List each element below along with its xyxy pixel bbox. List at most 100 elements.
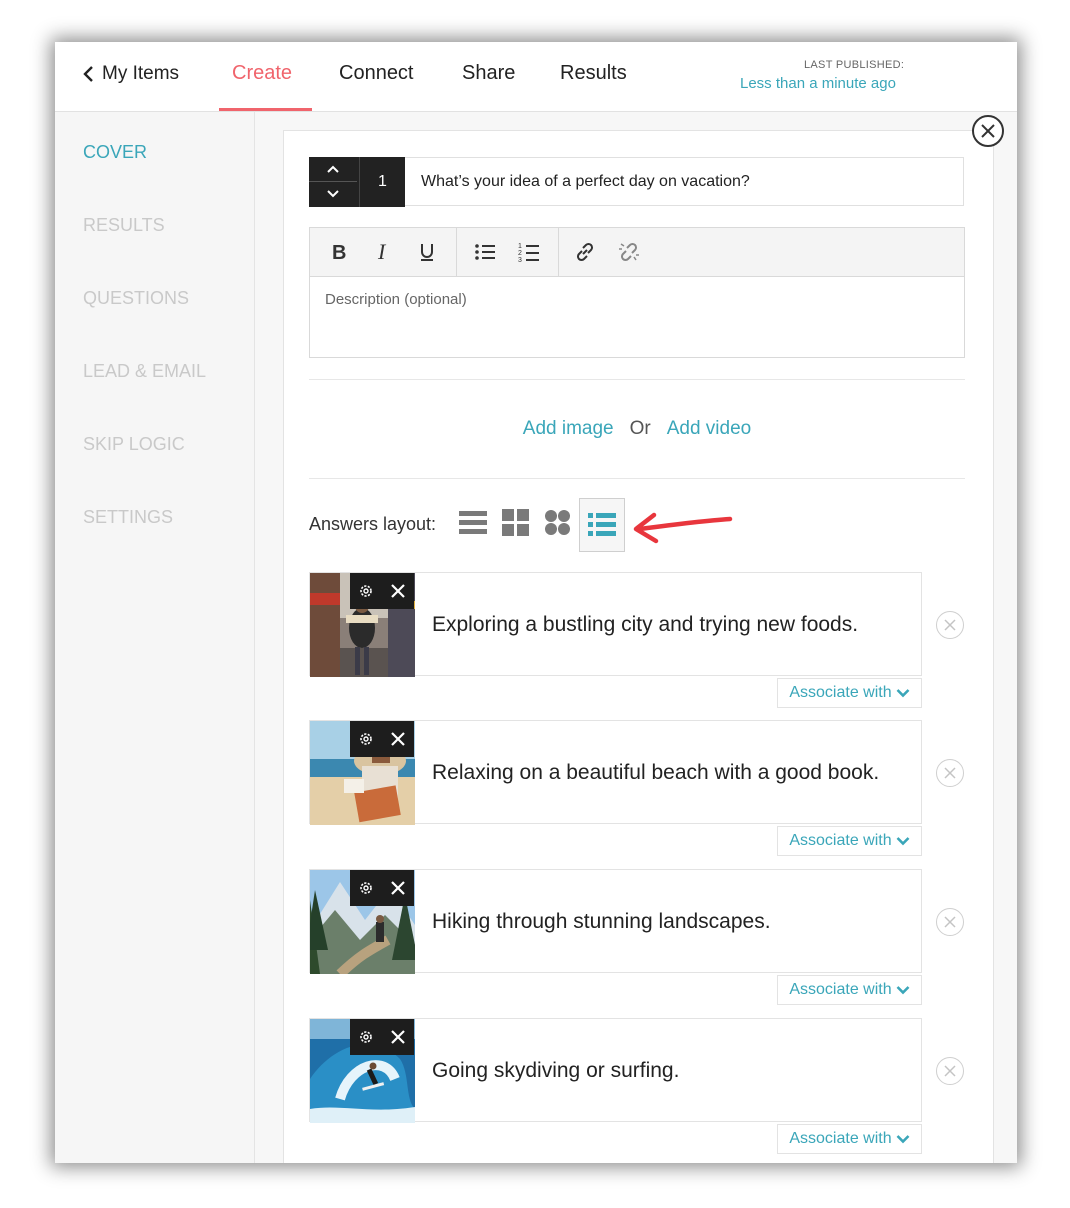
image-tools	[350, 870, 414, 906]
toolbar-divider	[558, 228, 559, 276]
toolbar-divider	[456, 228, 457, 276]
answers-layout-label: Answers layout:	[309, 514, 437, 534]
associate-with-dropdown[interactable]: Associate with	[777, 1124, 922, 1154]
answer-text[interactable]: Going skydiving or surfing.	[432, 1019, 679, 1123]
close-icon	[944, 916, 956, 928]
rows-icon	[459, 511, 487, 534]
close-icon[interactable]	[390, 1029, 406, 1045]
numbered-list-icon: 123	[518, 243, 539, 263]
gear-icon[interactable]	[358, 583, 374, 599]
answer-text[interactable]: Relaxing on a beautiful beach with a goo…	[432, 721, 879, 825]
close-icon	[944, 1065, 956, 1077]
close-icon[interactable]	[390, 880, 406, 896]
sidebar-item-settings[interactable]: SETTINGS	[83, 507, 173, 528]
question-title-input[interactable]: What’s your idea of a perfect day on vac…	[405, 157, 964, 206]
remove-answer-button[interactable]	[936, 1057, 964, 1085]
move-down-button[interactable]	[309, 182, 357, 206]
answer-text[interactable]: Hiking through stunning landscapes.	[432, 870, 771, 974]
layout-circles-button[interactable]	[542, 507, 574, 539]
answer-image[interactable]	[310, 870, 415, 974]
insert-link-button[interactable]	[570, 228, 600, 276]
remove-answer-button[interactable]	[936, 908, 964, 936]
remove-link-button[interactable]	[614, 228, 644, 276]
chevron-down-icon	[896, 986, 910, 995]
add-image-link[interactable]: Add image	[523, 418, 614, 439]
associate-with-dropdown[interactable]: Associate with	[777, 975, 922, 1005]
answer-text[interactable]: Exploring a bustling city and trying new…	[432, 573, 858, 677]
chevron-up-icon	[327, 165, 339, 173]
tab-create[interactable]: Create	[232, 62, 292, 85]
associate-with-dropdown[interactable]: Associate with	[777, 678, 922, 708]
italic-button[interactable]: I	[368, 228, 398, 276]
close-editor-button[interactable]	[972, 115, 1004, 147]
sidebar-item-lead-email[interactable]: LEAD & EMAIL	[83, 361, 206, 382]
answer-item: Going skydiving or surfing.	[309, 1018, 922, 1123]
rich-text-toolbar: B I 123	[309, 227, 965, 277]
or-separator: Or	[629, 418, 651, 439]
divider	[309, 379, 965, 380]
question-reorder-stepper	[309, 157, 359, 207]
chevron-down-icon	[896, 689, 910, 698]
move-up-button[interactable]	[309, 157, 357, 182]
unlink-icon	[619, 242, 639, 262]
svg-text:I: I	[377, 242, 387, 262]
bulleted-list-button[interactable]	[470, 228, 500, 276]
circles-icon	[545, 510, 570, 535]
divider	[309, 478, 965, 479]
gear-icon[interactable]	[358, 880, 374, 896]
associate-with-label: Associate with	[789, 832, 892, 849]
italic-icon: I	[377, 242, 387, 262]
remove-answer-button[interactable]	[936, 759, 964, 787]
list-with-bullets-icon	[588, 513, 616, 536]
sidebar-item-cover[interactable]: COVER	[83, 142, 147, 163]
sidebar-item-questions[interactable]: QUESTIONS	[83, 288, 189, 309]
tab-results[interactable]: Results	[560, 62, 627, 85]
answer-item: Hiking through stunning landscapes.	[309, 869, 922, 974]
tab-connect[interactable]: Connect	[339, 62, 414, 85]
numbered-list-button[interactable]: 123	[514, 228, 544, 276]
description-input[interactable]: Description (optional)	[309, 277, 965, 358]
sidebar-item-results[interactable]: RESULTS	[83, 215, 165, 236]
close-icon	[944, 767, 956, 779]
sidebar-item-skip-logic[interactable]: SKIP LOGIC	[83, 434, 185, 455]
back-to-my-items-link[interactable]: My Items	[82, 63, 179, 85]
layout-rows-button[interactable]	[457, 507, 489, 539]
associate-with-label: Associate with	[789, 981, 892, 998]
bulleted-list-icon	[475, 244, 495, 260]
svg-text:3: 3	[518, 257, 522, 263]
bold-icon: B	[332, 242, 346, 262]
add-video-link[interactable]: Add video	[667, 418, 752, 439]
gear-icon[interactable]	[358, 1029, 374, 1045]
answer-image[interactable]	[310, 1019, 415, 1123]
image-tools	[350, 1019, 414, 1055]
svg-text:2: 2	[518, 250, 522, 257]
underline-button[interactable]	[412, 228, 442, 276]
underline-icon	[421, 244, 433, 261]
chevron-down-icon	[327, 190, 339, 198]
active-tab-indicator	[219, 108, 312, 111]
grid-icon	[502, 509, 529, 536]
last-published-label: LAST PUBLISHED:	[804, 59, 905, 71]
image-tools	[350, 573, 414, 609]
close-icon	[981, 124, 995, 138]
answer-image[interactable]	[310, 721, 415, 825]
gear-icon[interactable]	[358, 731, 374, 747]
associate-with-label: Associate with	[789, 1130, 892, 1147]
question-number: 1	[359, 157, 405, 207]
associate-with-dropdown[interactable]: Associate with	[777, 826, 922, 856]
close-icon[interactable]	[390, 731, 406, 747]
back-label: My Items	[102, 63, 180, 84]
sidebar: COVER RESULTS QUESTIONS LEAD & EMAIL SKI…	[55, 112, 255, 1163]
tab-share[interactable]: Share	[462, 62, 515, 85]
close-icon[interactable]	[390, 583, 406, 599]
bold-button[interactable]: B	[324, 228, 354, 276]
answer-image[interactable]	[310, 573, 415, 677]
image-tools	[350, 721, 414, 757]
associate-with-label: Associate with	[789, 684, 892, 701]
last-published-time: Less than a minute ago	[740, 75, 896, 92]
media-row: Add image Or Add video	[309, 418, 965, 440]
answer-item: Exploring a bustling city and trying new…	[309, 572, 922, 677]
remove-answer-button[interactable]	[936, 611, 964, 639]
layout-grid-button[interactable]	[500, 507, 532, 539]
layout-list-button[interactable]	[579, 498, 625, 552]
